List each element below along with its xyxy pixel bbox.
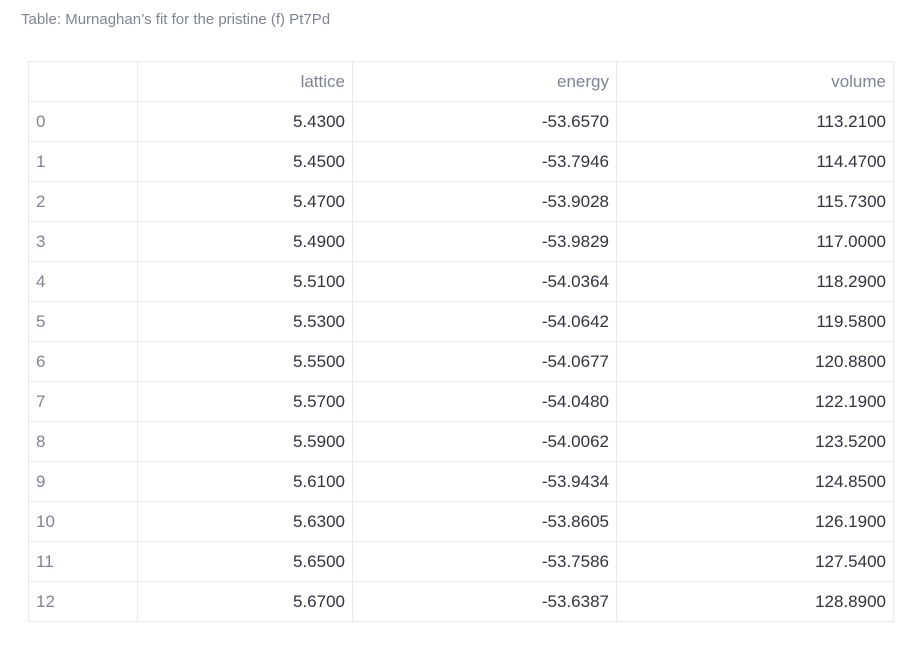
table-row: 11 5.6500 -53.7586 127.5400 [28,541,894,582]
row-index-cell[interactable]: 1 [28,141,138,182]
table-row: 4 5.5100 -54.0364 118.2900 [28,261,894,302]
cell-lattice[interactable]: 5.5900 [137,421,353,462]
row-index-cell[interactable]: 0 [28,101,138,142]
cell-volume[interactable]: 126.1900 [616,501,894,542]
cell-volume[interactable]: 124.8500 [616,461,894,502]
cell-volume[interactable]: 123.5200 [616,421,894,462]
table-row: 5 5.5300 -54.0642 119.5800 [28,301,894,342]
cell-lattice[interactable]: 5.4900 [137,221,353,262]
table-header-row: lattice energy volume [28,61,894,102]
data-table: lattice energy volume 0 5.4300 -53.6570 113… [28,61,894,622]
cell-energy[interactable]: -54.0480 [352,381,617,422]
cell-lattice[interactable]: 5.5300 [137,301,353,342]
cell-lattice[interactable]: 5.6700 [137,581,353,622]
table-row: 9 5.6100 -53.9434 124.8500 [28,461,894,502]
cell-volume[interactable]: 115.7300 [616,181,894,222]
cell-volume[interactable]: 118.2900 [616,261,894,302]
table-row: 10 5.6300 -53.8605 126.1900 [28,501,894,542]
row-index-cell[interactable]: 12 [28,581,138,622]
column-header-lattice[interactable]: lattice [137,61,353,102]
row-index-cell[interactable]: 4 [28,261,138,302]
table-row: 0 5.4300 -53.6570 113.2100 [28,101,894,142]
cell-energy[interactable]: -53.7946 [352,141,617,182]
cell-lattice[interactable]: 5.5100 [137,261,353,302]
cell-energy[interactable]: -53.9028 [352,181,617,222]
table-row: 2 5.4700 -53.9028 115.7300 [28,181,894,222]
cell-lattice[interactable]: 5.5500 [137,341,353,382]
cell-volume[interactable]: 122.1900 [616,381,894,422]
cell-volume[interactable]: 117.0000 [616,221,894,262]
cell-lattice[interactable]: 5.5700 [137,381,353,422]
data-table-container: lattice energy volume 0 5.4300 -53.6570 113… [28,61,894,622]
cell-lattice[interactable]: 5.4300 [137,101,353,142]
cell-volume[interactable]: 127.5400 [616,541,894,582]
cell-energy[interactable]: -53.7586 [352,541,617,582]
cell-energy[interactable]: -54.0677 [352,341,617,382]
table-row: 6 5.5500 -54.0677 120.8800 [28,341,894,382]
row-index-cell[interactable]: 5 [28,301,138,342]
cell-lattice[interactable]: 5.4700 [137,181,353,222]
table-caption: Table: Murnaghan’s fit for the pristine … [21,11,331,28]
table-row: 7 5.5700 -54.0480 122.1900 [28,381,894,422]
table-row: 8 5.5900 -54.0062 123.5200 [28,421,894,462]
cell-energy[interactable]: -53.6387 [352,581,617,622]
row-index-cell[interactable]: 7 [28,381,138,422]
cell-energy[interactable]: -53.6570 [352,101,617,142]
cell-energy[interactable]: -54.0062 [352,421,617,462]
cell-volume[interactable]: 113.2100 [616,101,894,142]
row-index-cell[interactable]: 3 [28,221,138,262]
cell-lattice[interactable]: 5.6500 [137,541,353,582]
column-header-energy[interactable]: energy [352,61,617,102]
cell-volume[interactable]: 128.8900 [616,581,894,622]
table-row: 1 5.4500 -53.7946 114.4700 [28,141,894,182]
column-header-volume[interactable]: volume [616,61,894,102]
cell-lattice[interactable]: 5.6300 [137,501,353,542]
cell-volume[interactable]: 119.5800 [616,301,894,342]
row-index-cell[interactable]: 11 [28,541,138,582]
index-column-header[interactable] [28,61,138,102]
row-index-cell[interactable]: 10 [28,501,138,542]
cell-volume[interactable]: 120.8800 [616,341,894,382]
row-index-cell[interactable]: 9 [28,461,138,502]
cell-lattice[interactable]: 5.6100 [137,461,353,502]
row-index-cell[interactable]: 8 [28,421,138,462]
table-body: 0 5.4300 -53.6570 113.2100 1 5.4500 -53.7946 11… [28,101,894,622]
table-row: 3 5.4900 -53.9829 117.0000 [28,221,894,262]
cell-energy[interactable]: -54.0364 [352,261,617,302]
cell-energy[interactable]: -53.9434 [352,461,617,502]
cell-energy[interactable]: -54.0642 [352,301,617,342]
table-row: 12 5.6700 -53.6387 128.8900 [28,581,894,622]
cell-energy[interactable]: -53.8605 [352,501,617,542]
cell-energy[interactable]: -53.9829 [352,221,617,262]
cell-lattice[interactable]: 5.4500 [137,141,353,182]
row-index-cell[interactable]: 6 [28,341,138,382]
row-index-cell[interactable]: 2 [28,181,138,222]
cell-volume[interactable]: 114.4700 [616,141,894,182]
